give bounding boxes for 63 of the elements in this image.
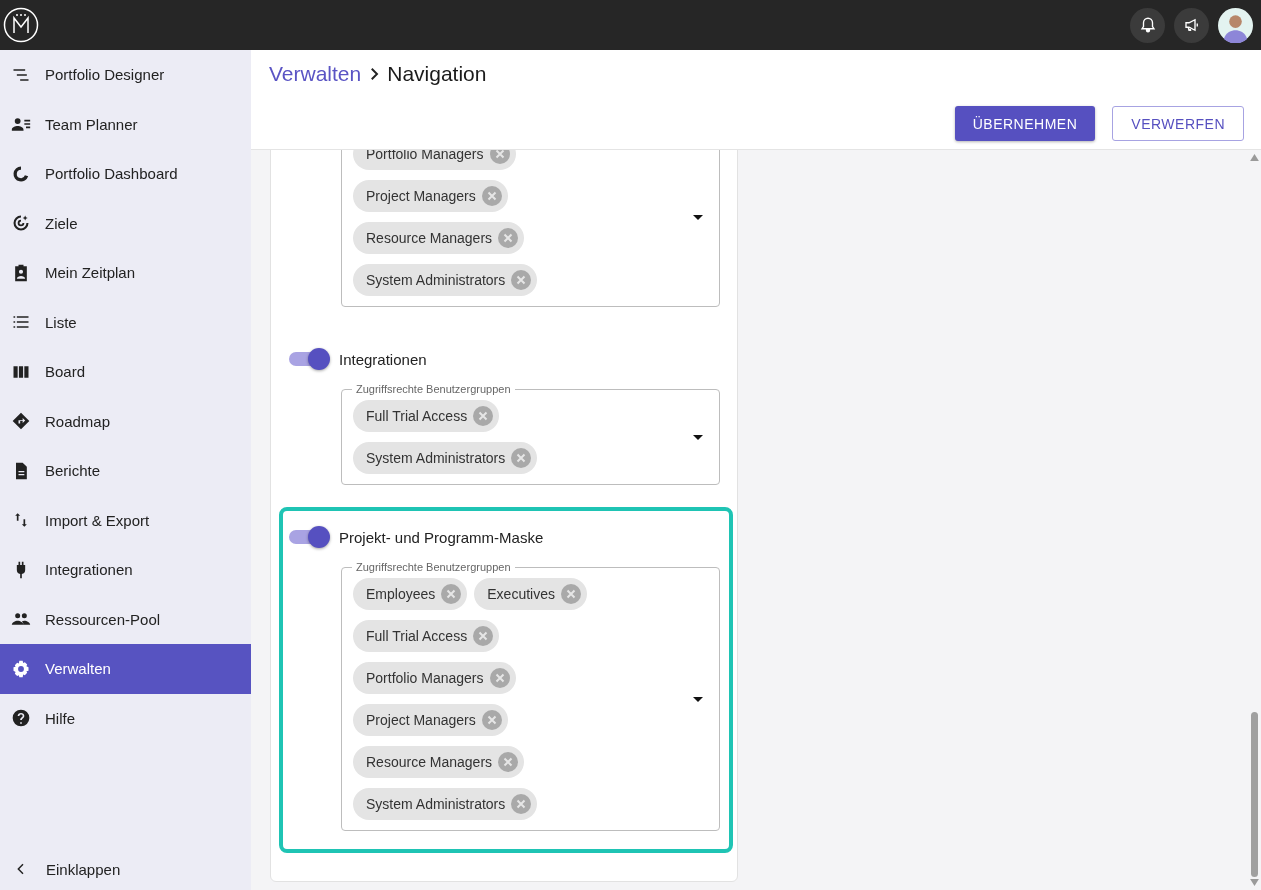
chip[interactable]: Full Trial Access: [353, 620, 500, 652]
nav-item[interactable]: Integrationen: [0, 545, 251, 595]
nav-item[interactable]: Roadmap: [0, 396, 251, 446]
direction-icon: [11, 411, 31, 432]
caret-icon[interactable]: [693, 434, 703, 440]
chip[interactable]: Full Trial Access: [353, 400, 500, 432]
caret-icon[interactable]: [693, 214, 703, 220]
remove-icon[interactable]: [498, 228, 519, 248]
page-title: Navigation: [387, 62, 487, 86]
notifications-button[interactable]: [1130, 7, 1165, 43]
logo-icon[interactable]: [3, 7, 39, 43]
nav-item[interactable]: Ziele: [0, 198, 251, 248]
apply-button[interactable]: ÜBERNEHMEN: [954, 106, 1096, 141]
section-title: Projekt- und Programm-Maske: [339, 528, 544, 546]
nav-item[interactable]: Portfolio Dashboard: [0, 149, 251, 199]
scroll-up-icon[interactable]: [1250, 154, 1259, 161]
discard-button[interactable]: VERWERFEN: [1112, 106, 1244, 141]
chip[interactable]: System Administrators: [353, 788, 538, 820]
remove-icon[interactable]: [560, 584, 581, 604]
remove-icon[interactable]: [481, 710, 502, 730]
settings-icon: [11, 658, 31, 679]
announcements-button[interactable]: [1174, 7, 1209, 43]
help-icon: [11, 708, 31, 729]
nav-item[interactable]: Berichte: [0, 446, 251, 496]
remove-icon[interactable]: [511, 794, 532, 814]
remove-icon[interactable]: [473, 406, 494, 426]
avatar-icon[interactable]: [1218, 7, 1253, 43]
remove-icon[interactable]: [489, 668, 510, 688]
scroll-down-icon[interactable]: [1250, 879, 1259, 886]
scrollbar-thumb[interactable]: [1251, 712, 1258, 877]
chip[interactable]: Project Managers: [353, 180, 508, 212]
nav-item[interactable]: Portfolio Designer: [0, 50, 251, 100]
nav-item[interactable]: Ressourcen-Pool: [0, 594, 251, 644]
chip[interactable]: System Administrators: [353, 442, 538, 474]
chip[interactable]: Project Managers: [353, 704, 508, 736]
chip[interactable]: Portfolio Managers: [353, 662, 516, 694]
field-label: Zugriffsrechte Benutzergruppen: [352, 383, 515, 395]
remove-icon[interactable]: [511, 270, 532, 290]
bell-icon: [1138, 16, 1157, 34]
megaphone-icon: [1182, 16, 1201, 34]
nav-item[interactable]: Verwalten: [0, 644, 251, 694]
chip[interactable]: Employees: [353, 578, 468, 610]
nav-item[interactable]: Team Planner: [0, 99, 251, 149]
collapse-button[interactable]: Einklappen: [0, 848, 251, 890]
field-label: Zugriffsrechte Benutzergruppen: [352, 561, 515, 573]
nav-item[interactable]: Hilfe: [0, 693, 251, 743]
chip[interactable]: Executives: [474, 578, 587, 610]
nav-item[interactable]: Liste: [0, 297, 251, 347]
chip[interactable]: Resource Managers: [353, 222, 525, 254]
nav-item[interactable]: Board: [0, 347, 251, 397]
nav-item[interactable]: Import & Export: [0, 495, 251, 545]
remove-icon[interactable]: [441, 584, 462, 604]
section-title: Integrationen: [339, 350, 427, 368]
remove-icon[interactable]: [473, 626, 494, 646]
remove-icon[interactable]: [489, 150, 510, 164]
remove-icon[interactable]: [511, 448, 532, 468]
chip[interactable]: Resource Managers: [353, 746, 525, 778]
chip[interactable]: System Administrators: [353, 264, 538, 296]
nav-item[interactable]: Mein Zeitplan: [0, 248, 251, 298]
remove-icon[interactable]: [498, 752, 519, 772]
breadcrumb-link[interactable]: Verwalten: [269, 62, 362, 86]
remove-icon[interactable]: [481, 186, 502, 206]
caret-icon[interactable]: [693, 696, 703, 702]
